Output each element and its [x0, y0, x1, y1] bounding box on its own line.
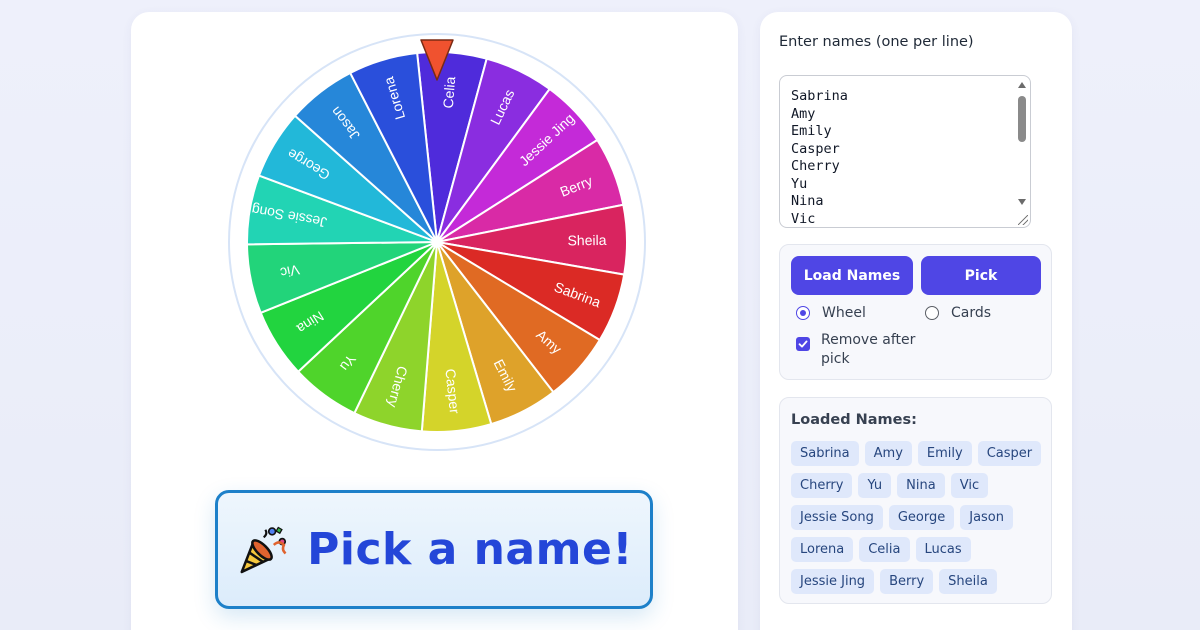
scroll-thumb[interactable] — [1018, 96, 1026, 142]
spin-button-label: Pick a name! — [307, 524, 633, 575]
remove-after-pick-checkbox[interactable] — [796, 337, 810, 351]
names-input-label: Enter names (one per line) — [779, 34, 974, 50]
loaded-name-tag: Celia — [859, 537, 910, 562]
checkmark-icon — [798, 340, 808, 348]
resize-handle-icon[interactable] — [1018, 215, 1028, 225]
loaded-name-tag: George — [888, 505, 955, 530]
mode-wheel-option[interactable]: Wheel — [796, 305, 866, 321]
controls-card: Load Names Pick Wheel Cards Remove after… — [779, 244, 1052, 380]
textarea-scrollbar[interactable] — [1014, 76, 1030, 227]
mode-cards-label: Cards — [951, 305, 992, 321]
loaded-names-card: Loaded Names: Sabrina Amy Emily Casper Cherr… — [779, 397, 1052, 604]
loaded-name-tag: Emily — [917, 441, 972, 466]
scroll-up-arrow-icon[interactable] — [1018, 82, 1026, 88]
loaded-name-tag: Jason — [960, 505, 1014, 530]
mode-wheel-label: Wheel — [822, 305, 866, 321]
scroll-down-arrow-icon[interactable] — [1018, 199, 1026, 205]
loaded-name-tag: Berry — [880, 569, 934, 594]
loaded-names-list: Sabrina Amy Emily Casper Cherry Yu Nina Vic Jess… — [791, 441, 1047, 594]
names-textarea-value[interactable]: Sabrina Amy Emily Casper Cherry Yu Nina … — [791, 88, 848, 227]
wheel-segment-label: Sheila — [567, 232, 606, 248]
wheel-graphic[interactable]: Celia LucasJessie JingBerrySheilaSabrinaA… — [227, 32, 647, 452]
loaded-name-tag: Lorena — [791, 537, 854, 562]
party-popper-icon — [240, 526, 287, 573]
wheel-segment-label: Celia — [440, 76, 459, 109]
loaded-name-tag: Yu — [858, 473, 892, 498]
pick-a-name-button[interactable]: Pick a name! — [215, 490, 653, 609]
name-wheel[interactable]: Celia Lucas Jessie Jing Berry Sheila Sabrina A… — [227, 32, 647, 452]
loaded-name-tag: Lucas — [915, 537, 971, 562]
pick-button[interactable]: Pick — [921, 256, 1041, 295]
mode-cards-radio[interactable] — [925, 306, 939, 320]
remove-after-pick-option[interactable]: Remove after pick — [796, 331, 921, 369]
mode-cards-option[interactable]: Cards — [925, 305, 991, 321]
loaded-name-tag: Vic — [950, 473, 989, 498]
loaded-name-tag: Sabrina — [791, 441, 859, 466]
loaded-name-tag: Amy — [864, 441, 912, 466]
loaded-name-tag: Jessie Song — [791, 505, 883, 530]
loaded-names-title: Loaded Names: — [791, 412, 917, 428]
wheel-hub — [434, 239, 440, 245]
load-names-button[interactable]: Load Names — [791, 256, 913, 295]
remove-after-pick-label: Remove after pick — [821, 332, 916, 367]
loaded-name-tag: Sheila — [939, 569, 997, 594]
settings-panel: Enter names (one per line) Sabrina Amy E… — [760, 12, 1072, 630]
wheel-panel: Celia Lucas Jessie Jing Berry Sheila Sabrina A… — [131, 12, 738, 630]
loaded-name-tag: Jessie Jing — [791, 569, 875, 594]
names-textarea[interactable]: Sabrina Amy Emily Casper Cherry Yu Nina … — [779, 75, 1031, 228]
loaded-name-tag: Cherry — [791, 473, 853, 498]
loaded-name-tag: Casper — [977, 441, 1042, 466]
mode-wheel-radio[interactable] — [796, 306, 810, 320]
loaded-name-tag: Nina — [897, 473, 945, 498]
